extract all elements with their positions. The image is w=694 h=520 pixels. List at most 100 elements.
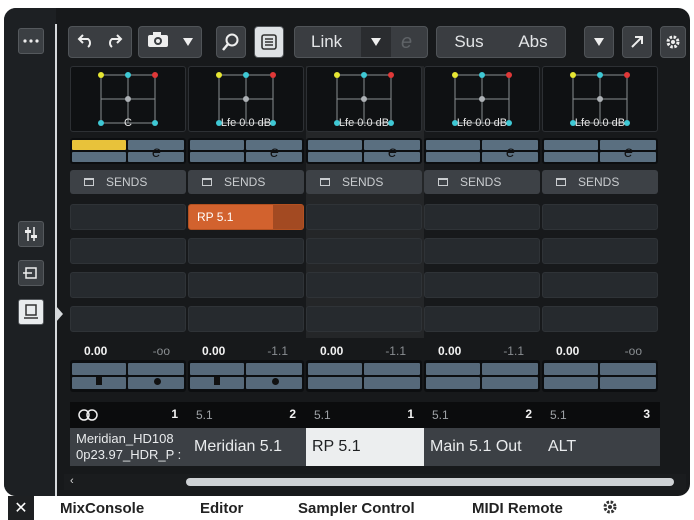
e-icon[interactable]: e [388, 144, 397, 162]
camera-icon[interactable] [147, 31, 169, 53]
fader-bar[interactable] [188, 360, 304, 392]
send-slot[interactable] [70, 204, 186, 230]
volume-value[interactable]: 0.00 [84, 344, 107, 358]
gear-icon[interactable] [602, 499, 618, 519]
panner-label: C [124, 117, 132, 129]
pan-bar[interactable]: e [306, 138, 422, 164]
scroll-thumb[interactable] [186, 478, 674, 486]
surround-panner[interactable]: Lfe 0.0 dB [424, 66, 540, 132]
sends-label: SENDS [460, 175, 502, 189]
arrow-up-right-icon[interactable] [622, 26, 652, 58]
sends-header[interactable]: SENDS [188, 170, 304, 194]
pan-bar[interactable]: e [188, 138, 304, 164]
volume-value[interactable]: 0.00 [320, 344, 343, 358]
send-slot[interactable] [306, 272, 422, 298]
record-icon[interactable] [272, 378, 279, 385]
channel-name[interactable]: RP 5.1 [306, 428, 424, 466]
search-icon[interactable] [216, 26, 246, 58]
surround-panner[interactable]: Lfe 0.0 dB [306, 66, 422, 132]
surround-panner[interactable]: Lfe 0.0 dB [188, 66, 304, 132]
tab-sampler-control[interactable]: Sampler Control [298, 500, 415, 520]
channel-name[interactable]: Main 5.1 Out [424, 428, 542, 466]
scroll-left-icon[interactable]: ‹ [70, 475, 74, 487]
sends-icon [320, 178, 330, 186]
tab-mixconsole[interactable]: MixConsole [60, 500, 144, 520]
send-slot[interactable] [70, 238, 186, 264]
volume-value[interactable]: 0.00 [556, 344, 579, 358]
fader-bar[interactable] [542, 360, 658, 392]
speaker-icon[interactable] [96, 377, 102, 385]
sends-icon [202, 178, 212, 186]
send-slot[interactable] [424, 272, 540, 298]
redo-icon[interactable] [105, 32, 123, 53]
snapshot-group [138, 26, 202, 58]
speaker-icon[interactable] [214, 377, 220, 385]
display-icon[interactable] [18, 299, 44, 325]
close-icon[interactable]: ✕ [8, 496, 34, 520]
sends-header[interactable]: SENDS [542, 170, 658, 194]
list-icon[interactable] [254, 26, 284, 58]
pan-bar[interactable]: e [424, 138, 540, 164]
channel-name[interactable]: Meridian_HD108 0p23.97_HDR_P : [70, 428, 188, 466]
channel-format: 5.1 [196, 408, 213, 422]
chevron-down-icon[interactable] [584, 26, 614, 58]
record-icon[interactable] [154, 378, 161, 385]
e-icon[interactable]: e [401, 31, 412, 54]
channel-name[interactable]: Meridian 5.1 [188, 428, 306, 466]
send-slot[interactable]: RP 5.1 [188, 204, 304, 230]
undo-icon[interactable] [77, 32, 95, 53]
surround-panner[interactable]: C [70, 66, 186, 132]
volume-value[interactable]: 0.00 [202, 344, 225, 358]
e-icon[interactable]: e [624, 144, 633, 162]
ellipsis-icon[interactable] [18, 28, 44, 54]
send-slot[interactable] [542, 272, 658, 298]
channel-number: 3 [643, 407, 650, 421]
fader-icon[interactable] [18, 221, 44, 247]
tab-editor[interactable]: Editor [200, 500, 243, 520]
send-slot[interactable] [542, 204, 658, 230]
send-slot[interactable] [306, 204, 422, 230]
abs-button[interactable]: Abs [518, 32, 547, 52]
link-dropdown[interactable] [361, 27, 391, 57]
pan-value[interactable]: -1.1 [267, 344, 288, 358]
send-slot[interactable] [542, 238, 658, 264]
pan-bar[interactable]: e [542, 138, 658, 164]
fader-bar[interactable] [424, 360, 540, 392]
sends-label: SENDS [224, 175, 266, 189]
send-slot[interactable] [306, 306, 422, 332]
pan-bar[interactable]: e [70, 138, 186, 164]
e-icon[interactable]: e [270, 144, 279, 162]
send-slot[interactable] [70, 272, 186, 298]
volume-value[interactable]: 0.00 [438, 344, 461, 358]
send-slot[interactable] [188, 306, 304, 332]
chevron-down-icon[interactable] [183, 33, 193, 51]
fader-bar[interactable] [306, 360, 422, 392]
pan-value[interactable]: -1.1 [385, 344, 406, 358]
sus-button[interactable]: Sus [454, 32, 483, 52]
sends-label: SENDS [578, 175, 620, 189]
gear-icon[interactable] [660, 26, 686, 58]
sends-header[interactable]: SENDS [424, 170, 540, 194]
sends-header[interactable]: SENDS [70, 170, 186, 194]
pan-value[interactable]: -oo [625, 344, 642, 358]
link-button[interactable]: Link [311, 32, 361, 52]
e-icon[interactable]: e [152, 144, 161, 162]
send-slot[interactable] [188, 238, 304, 264]
send-slot[interactable] [542, 306, 658, 332]
send-slot[interactable] [424, 306, 540, 332]
e-icon[interactable]: e [506, 144, 515, 162]
tab-midi-remote[interactable]: MIDI Remote [472, 500, 563, 520]
send-slot[interactable] [188, 272, 304, 298]
routing-icon[interactable] [18, 260, 44, 286]
channel-name[interactable]: ALT [542, 428, 660, 466]
send-slot[interactable] [306, 238, 422, 264]
fader-bar[interactable] [70, 360, 186, 392]
surround-panner[interactable]: Lfe 0.0 dB [542, 66, 658, 132]
sends-header[interactable]: SENDS [306, 170, 422, 194]
send-slot[interactable] [424, 238, 540, 264]
send-slot[interactable] [70, 306, 186, 332]
horizontal-scrollbar[interactable]: ‹ [64, 474, 686, 490]
pan-value[interactable]: -oo [153, 344, 170, 358]
pan-value[interactable]: -1.1 [503, 344, 524, 358]
send-slot[interactable] [424, 204, 540, 230]
